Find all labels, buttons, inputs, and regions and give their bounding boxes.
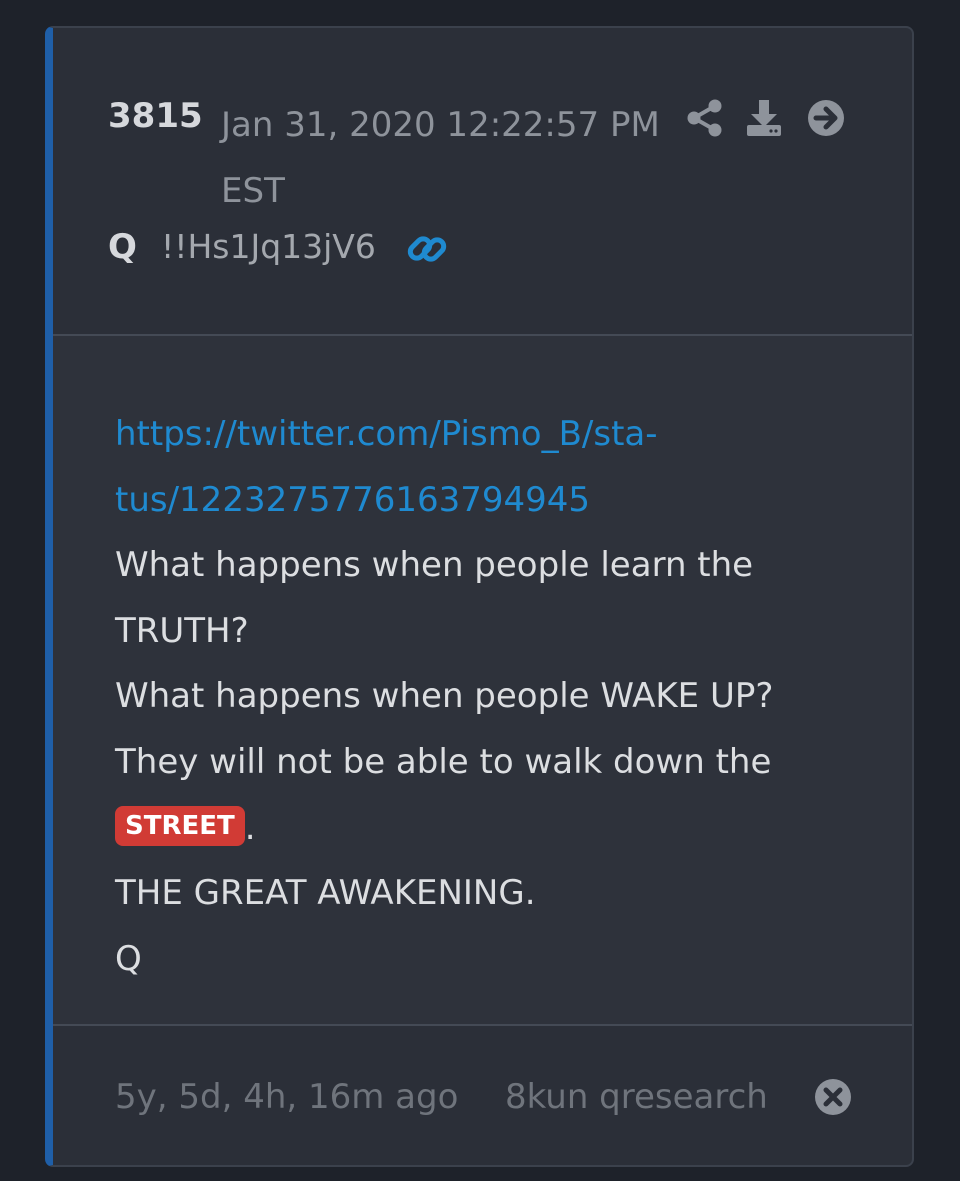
badge-line: STREET.: [115, 796, 845, 862]
post-source[interactable]: 8kun qresearch: [505, 1077, 768, 1117]
body-line: TRUTH?: [115, 610, 249, 651]
badge-suffix: .: [244, 807, 256, 848]
tweet-link-line-2[interactable]: tus/1223275776163794945: [115, 468, 845, 534]
arrow-circle-right-icon[interactable]: [806, 98, 846, 138]
post-footer: 5y, 5d, 4h, 16m ago 8kun qresearch: [53, 1026, 912, 1165]
relative-time: 5y, 5d, 4h, 16m ago: [115, 1077, 459, 1117]
post-content: https://twitter.com/Pismo_B/sta- tus/122…: [115, 402, 845, 992]
close-circle-icon[interactable]: [814, 1078, 852, 1116]
post-author: Q: [108, 227, 137, 267]
post-tripcode: !!Hs1Jq13jV6: [161, 227, 376, 266]
body-line: What happens when people learn the: [115, 545, 754, 586]
post-header: 3815 Jan 31, 2020 12:22:57 PM EST Q !!Hs…: [53, 28, 912, 336]
post-timestamp: Jan 31, 2020 12:22:57 PM EST: [221, 105, 660, 211]
post-body: https://twitter.com/Pismo_B/sta- tus/122…: [53, 336, 912, 1026]
body-line: What happens when people WAKE UP?: [115, 676, 774, 717]
body-line: They will not be able to walk down the: [115, 741, 772, 782]
download-icon[interactable]: [744, 98, 784, 138]
post-signature: Q: [115, 938, 142, 979]
tweet-link-line-1[interactable]: https://twitter.com/Pismo_B/sta-: [115, 402, 845, 468]
share-icon[interactable]: [685, 98, 725, 138]
body-line: THE GREAT AWAKENING.: [115, 873, 536, 914]
post-card: 3815 Jan 31, 2020 12:22:57 PM EST Q !!Hs…: [45, 26, 914, 1167]
link-icon[interactable]: [406, 228, 448, 270]
street-badge: STREET: [115, 806, 245, 847]
post-number[interactable]: 3815: [108, 96, 203, 136]
